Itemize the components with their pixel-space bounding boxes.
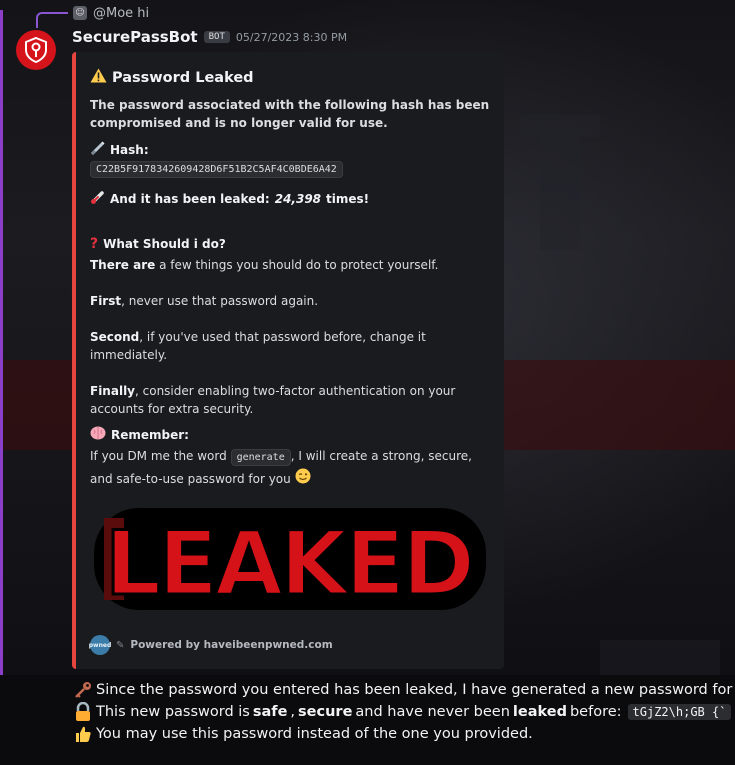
p5-pre: If you DM me the word [90,449,231,463]
p2-rest: , never use that password again. [121,294,319,308]
reply-text[interactable]: @Moe hi [93,6,149,21]
footer-text: Powered by haveibeenpwned.com [130,639,333,651]
embed-title: Password Leaked [90,68,254,87]
line2-comma: , [290,704,296,720]
line2-secure: secure [298,704,353,720]
paragraph-finally: Finally, consider enabling two-factor au… [90,382,485,418]
followup-line-3: You may use this password instead of the… [73,724,533,744]
reply-avatar[interactable]: ☺ [73,6,87,20]
followup-line-3-text: You may use this password instead of the… [96,726,533,742]
generate-code[interactable]: generate [230,449,291,466]
shield-icon [25,36,47,64]
reply-connector [36,12,68,28]
hash-label-text: Hash: [110,143,149,157]
hash-label: Hash: [90,141,149,159]
followup-message: Since the password you entered has been … [0,675,735,765]
bot-tag: BOT [203,31,230,43]
paragraph-generate: If you DM me the word generate, I will c… [90,446,485,491]
embed-footer: pwned ✎ Powered by haveibeenpwned.com [89,635,333,655]
p4-bold: Finally [90,384,135,398]
question-icon: ? [90,236,99,252]
p4-rest: , consider enabling two-factor authentic… [90,384,456,416]
leaked-count-line: And it has been leaked: 24,398 times! [90,190,369,208]
embed-card: Password Leaked The password associated … [72,52,504,669]
line2-leaked: leaked [512,704,567,720]
p1-rest: a few things you should do to protect yo… [155,258,439,272]
generated-password[interactable]: tGjZ2\h;GB {` [627,704,732,720]
hash-code[interactable]: C22B5F9178342609428D6F51B2C5AF4C0BDE6A42 [90,161,343,178]
line2-post: before: [569,704,622,720]
what-heading-text: What Should i do? [103,237,226,251]
footer-icon: pwned [89,635,111,655]
remember-heading-text: Remember: [111,427,189,442]
username[interactable]: SecurePassBot [72,28,198,46]
reply-reference[interactable]: ☺ @Moe hi [73,4,149,22]
thumbs-up-icon [73,724,93,744]
leaked-image[interactable]: LEAKED [90,504,490,617]
followup-line-1-text: Since the password you entered has been … [96,682,735,698]
p1-bold: There are [90,258,156,272]
leaked-suffix: times! [326,192,370,206]
warning-icon [90,68,107,87]
line2-safe: safe [252,704,288,720]
timestamp[interactable]: 05/27/2023 8:30 PM [236,31,347,44]
paragraph-intro: There are a few things you should do to … [90,256,485,274]
p3-rest: , if you've used that password before, c… [90,330,426,362]
syringe-icon [90,141,105,159]
leaked-image-text: LEAKED [105,512,475,614]
what-heading: ? What Should i do? [90,236,226,252]
followup-line-1: Since the password you entered has been … [73,680,735,700]
embed-description: The password associated with the followi… [90,98,490,130]
wink-emoji-icon [295,468,311,491]
line2-pre: This new password is [96,704,250,720]
brain-icon [90,426,106,443]
line2-mid: and have never been [355,704,510,720]
p3-bold: Second [90,330,140,344]
p2-bold: First [90,294,122,308]
leaked-count: 24,398 [274,192,322,206]
lock-icon [73,702,93,722]
mention-highlight-bar [0,10,3,675]
remember-heading: Remember: [90,426,189,443]
pencil-icon: ✎ [116,639,125,651]
embed-title-text: Password Leaked [112,69,254,86]
paragraph-second: Second, if you've used that password bef… [90,328,485,364]
message-header: SecurePassBot BOT 05/27/2023 8:30 PM [72,28,347,46]
followup-line-2: This new password is safe, secure and ha… [73,702,732,722]
leaked-prefix: And it has been leaked: [110,192,270,206]
paragraph-first: First, never use that password again. [90,292,485,310]
bot-avatar[interactable] [16,30,56,70]
key-icon [73,680,93,700]
thermometer-icon [90,190,105,208]
